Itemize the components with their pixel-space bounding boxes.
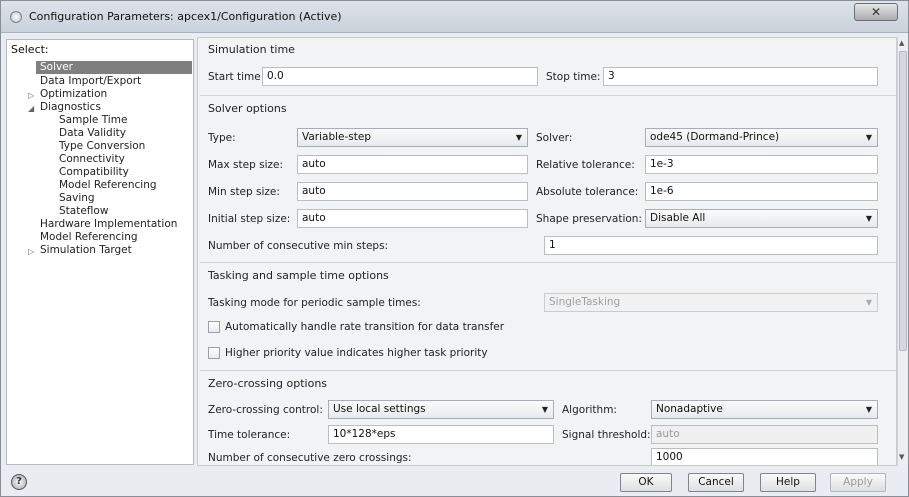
- scroll-up-icon[interactable]: ▲: [899, 39, 904, 47]
- stop-time-input[interactable]: 3: [603, 67, 878, 86]
- initial-step-size-input[interactable]: auto: [297, 209, 528, 228]
- zero-crossing-control-value: Use local settings: [333, 403, 426, 415]
- section-divider: [200, 262, 896, 263]
- consecutive-min-steps-label: Number of consecutive min steps:: [208, 240, 389, 252]
- select-label: Select:: [11, 43, 49, 56]
- algorithm-dropdown[interactable]: Nonadaptive ▼: [651, 400, 878, 419]
- tree-item-optimization[interactable]: Optimization: [40, 88, 107, 101]
- initial-step-size-label: Initial step size:: [208, 213, 291, 225]
- tree-item-saving[interactable]: Saving: [59, 192, 95, 205]
- higher-priority-checkbox[interactable]: [208, 347, 220, 359]
- max-step-size-label: Max step size:: [208, 159, 283, 171]
- tree-item-simulation-target[interactable]: Simulation Target: [40, 244, 132, 257]
- tree-item-diagnostics[interactable]: Diagnostics: [40, 101, 101, 114]
- stop-time-label: Stop time:: [546, 71, 601, 83]
- absolute-tolerance-label: Absolute tolerance:: [536, 186, 639, 198]
- max-step-size-input[interactable]: auto: [297, 155, 528, 174]
- chevron-down-icon: ▼: [865, 214, 872, 223]
- dialog-footer: ? OK Cancel Help Apply: [1, 468, 908, 496]
- chevron-down-icon: ▼: [865, 133, 872, 142]
- select-tree-pane: Select: Solver Data Import/Export ▷ Opti…: [6, 39, 194, 465]
- chevron-down-icon: ▼: [865, 405, 872, 414]
- type-label: Type:: [208, 132, 236, 144]
- algorithm-label: Algorithm:: [562, 404, 617, 416]
- tasking-mode-value: SingleTasking: [549, 296, 621, 308]
- tree-item-model-referencing[interactable]: Model Referencing: [40, 231, 138, 244]
- section-solver-options-title: Solver options: [208, 102, 287, 115]
- cancel-button[interactable]: Cancel: [688, 473, 744, 492]
- scroll-down-icon[interactable]: ▼: [899, 453, 904, 461]
- solver-label: Solver:: [536, 132, 573, 144]
- chevron-down-icon: ▼: [865, 298, 872, 307]
- rate-transition-checkbox[interactable]: [208, 321, 220, 333]
- apply-button[interactable]: Apply: [830, 473, 886, 492]
- zero-crossing-control-label: Zero-crossing control:: [208, 404, 323, 416]
- tree-item-data-validity[interactable]: Data Validity: [59, 127, 126, 140]
- shape-preservation-label: Shape preservation:: [536, 213, 642, 225]
- time-tolerance-input[interactable]: 10*128*eps: [328, 425, 554, 444]
- signal-threshold-label: Signal threshold:: [562, 429, 651, 441]
- zero-crossing-control-dropdown[interactable]: Use local settings ▼: [328, 400, 554, 419]
- tree-item-connectivity[interactable]: Connectivity: [59, 153, 125, 166]
- higher-priority-label: Higher priority value indicates higher t…: [225, 347, 488, 359]
- signal-threshold-input[interactable]: auto: [651, 425, 878, 444]
- close-button[interactable]: ✕: [854, 3, 898, 21]
- consecutive-min-steps-input[interactable]: 1: [544, 236, 878, 255]
- tree-item-stateflow[interactable]: Stateflow: [59, 205, 108, 218]
- min-step-size-label: Min step size:: [208, 186, 280, 198]
- tree-item-model-referencing-diag[interactable]: Model Referencing: [59, 179, 157, 192]
- tree-item-hardware-implementation[interactable]: Hardware Implementation: [40, 218, 177, 231]
- relative-tolerance-input[interactable]: 1e-3: [645, 155, 878, 174]
- consecutive-zero-crossings-label: Number of consecutive zero crossings:: [208, 452, 412, 464]
- min-step-size-input[interactable]: auto: [297, 182, 528, 201]
- section-simulation-time-title: Simulation time: [208, 43, 295, 56]
- consecutive-zero-crossings-input[interactable]: 1000: [651, 448, 878, 465]
- tree-item-solver[interactable]: Solver: [36, 61, 192, 74]
- solver-dropdown[interactable]: ode45 (Dormand-Prince) ▼: [645, 128, 878, 147]
- rate-transition-label: Automatically handle rate transition for…: [225, 321, 505, 333]
- tree-item-type-conversion[interactable]: Type Conversion: [59, 140, 145, 153]
- start-time-label: Start time:: [208, 71, 265, 83]
- section-divider: [200, 95, 896, 96]
- shape-preservation-dropdown[interactable]: Disable All ▼: [645, 209, 878, 228]
- absolute-tolerance-input[interactable]: 1e-6: [645, 182, 878, 201]
- tree-item-compatibility[interactable]: Compatibility: [59, 166, 129, 179]
- tasking-mode-dropdown[interactable]: SingleTasking ▼: [544, 293, 878, 312]
- collapse-arrow-icon[interactable]: ◢: [28, 104, 34, 113]
- chevron-down-icon: ▼: [515, 133, 522, 142]
- help-icon[interactable]: ?: [11, 474, 27, 490]
- section-zero-crossing-title: Zero-crossing options: [208, 377, 328, 390]
- solver-dropdown-value: ode45 (Dormand-Prince): [650, 131, 780, 143]
- tree-item-data-import-export[interactable]: Data Import/Export: [40, 75, 141, 88]
- algorithm-value: Nonadaptive: [656, 403, 723, 415]
- relative-tolerance-label: Relative tolerance:: [536, 159, 635, 171]
- expand-arrow-icon[interactable]: ▷: [28, 247, 34, 256]
- vertical-scrollbar[interactable]: ▲ ▼: [897, 37, 907, 466]
- shape-preservation-value: Disable All: [650, 212, 706, 224]
- solver-settings-pane: Simulation time Start time: 0.0 Stop tim…: [197, 37, 897, 466]
- start-time-input[interactable]: 0.0: [262, 67, 538, 86]
- help-button[interactable]: Help: [760, 473, 816, 492]
- app-icon: [10, 11, 22, 23]
- section-tasking-title: Tasking and sample time options: [208, 269, 389, 282]
- type-dropdown[interactable]: Variable-step ▼: [297, 128, 528, 147]
- config-parameters-window: Configuration Parameters: apcex1/Configu…: [0, 0, 909, 497]
- scrollbar-thumb[interactable]: [899, 51, 907, 351]
- expand-arrow-icon[interactable]: ▷: [28, 91, 34, 100]
- title-bar[interactable]: Configuration Parameters: apcex1/Configu…: [1, 1, 908, 33]
- chevron-down-icon: ▼: [541, 405, 548, 414]
- window-title: Configuration Parameters: apcex1/Configu…: [29, 10, 342, 23]
- ok-button[interactable]: OK: [620, 473, 672, 492]
- type-dropdown-value: Variable-step: [302, 131, 372, 143]
- section-divider: [200, 370, 896, 371]
- time-tolerance-label: Time tolerance:: [208, 429, 291, 441]
- tasking-mode-label: Tasking mode for periodic sample times:: [208, 297, 421, 309]
- tree-item-sample-time[interactable]: Sample Time: [59, 114, 127, 127]
